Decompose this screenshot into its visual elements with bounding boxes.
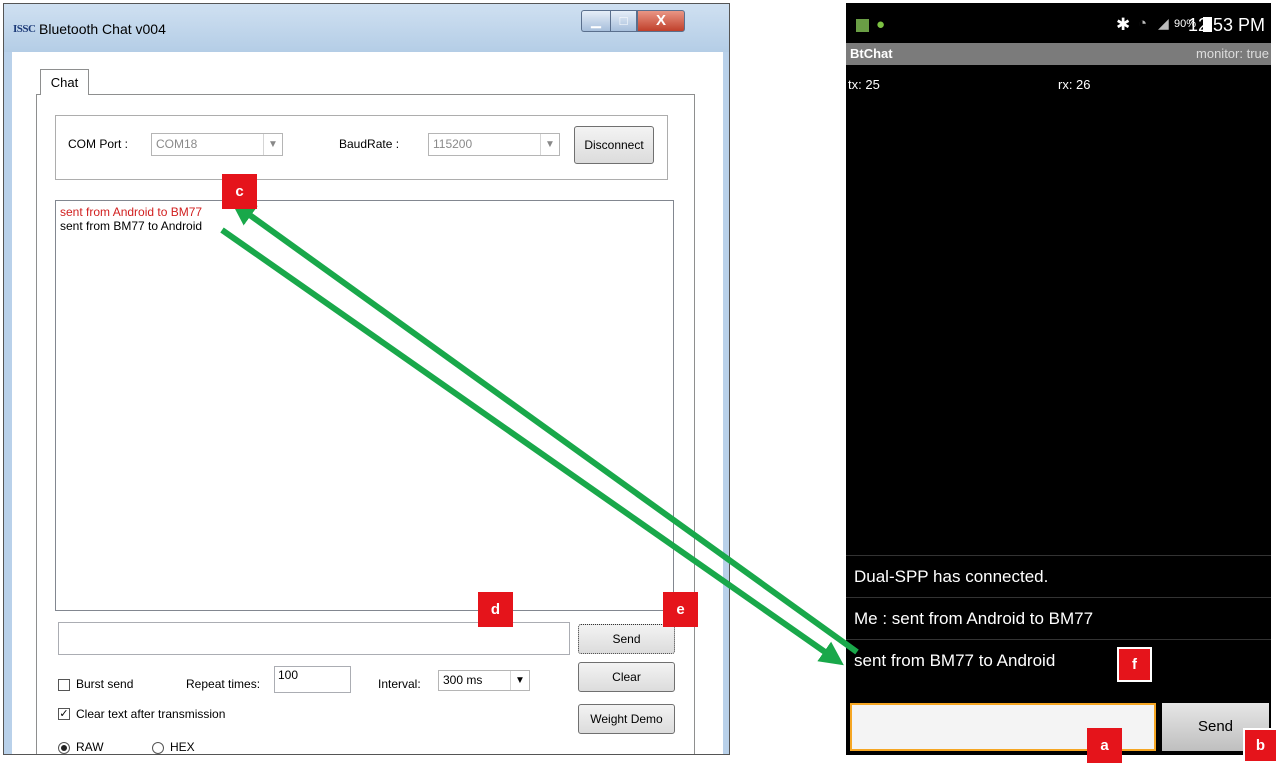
callout-e: e [663, 592, 698, 627]
arrow-android-to-bm77 [231, 201, 859, 655]
callout-b: b [1243, 728, 1278, 763]
arrow-bm77-to-android [220, 227, 844, 666]
callout-f: f [1117, 647, 1152, 682]
callout-a: a [1087, 728, 1122, 763]
callout-c: c [222, 174, 257, 209]
callout-d: d [478, 592, 513, 627]
flow-arrows [220, 201, 859, 666]
